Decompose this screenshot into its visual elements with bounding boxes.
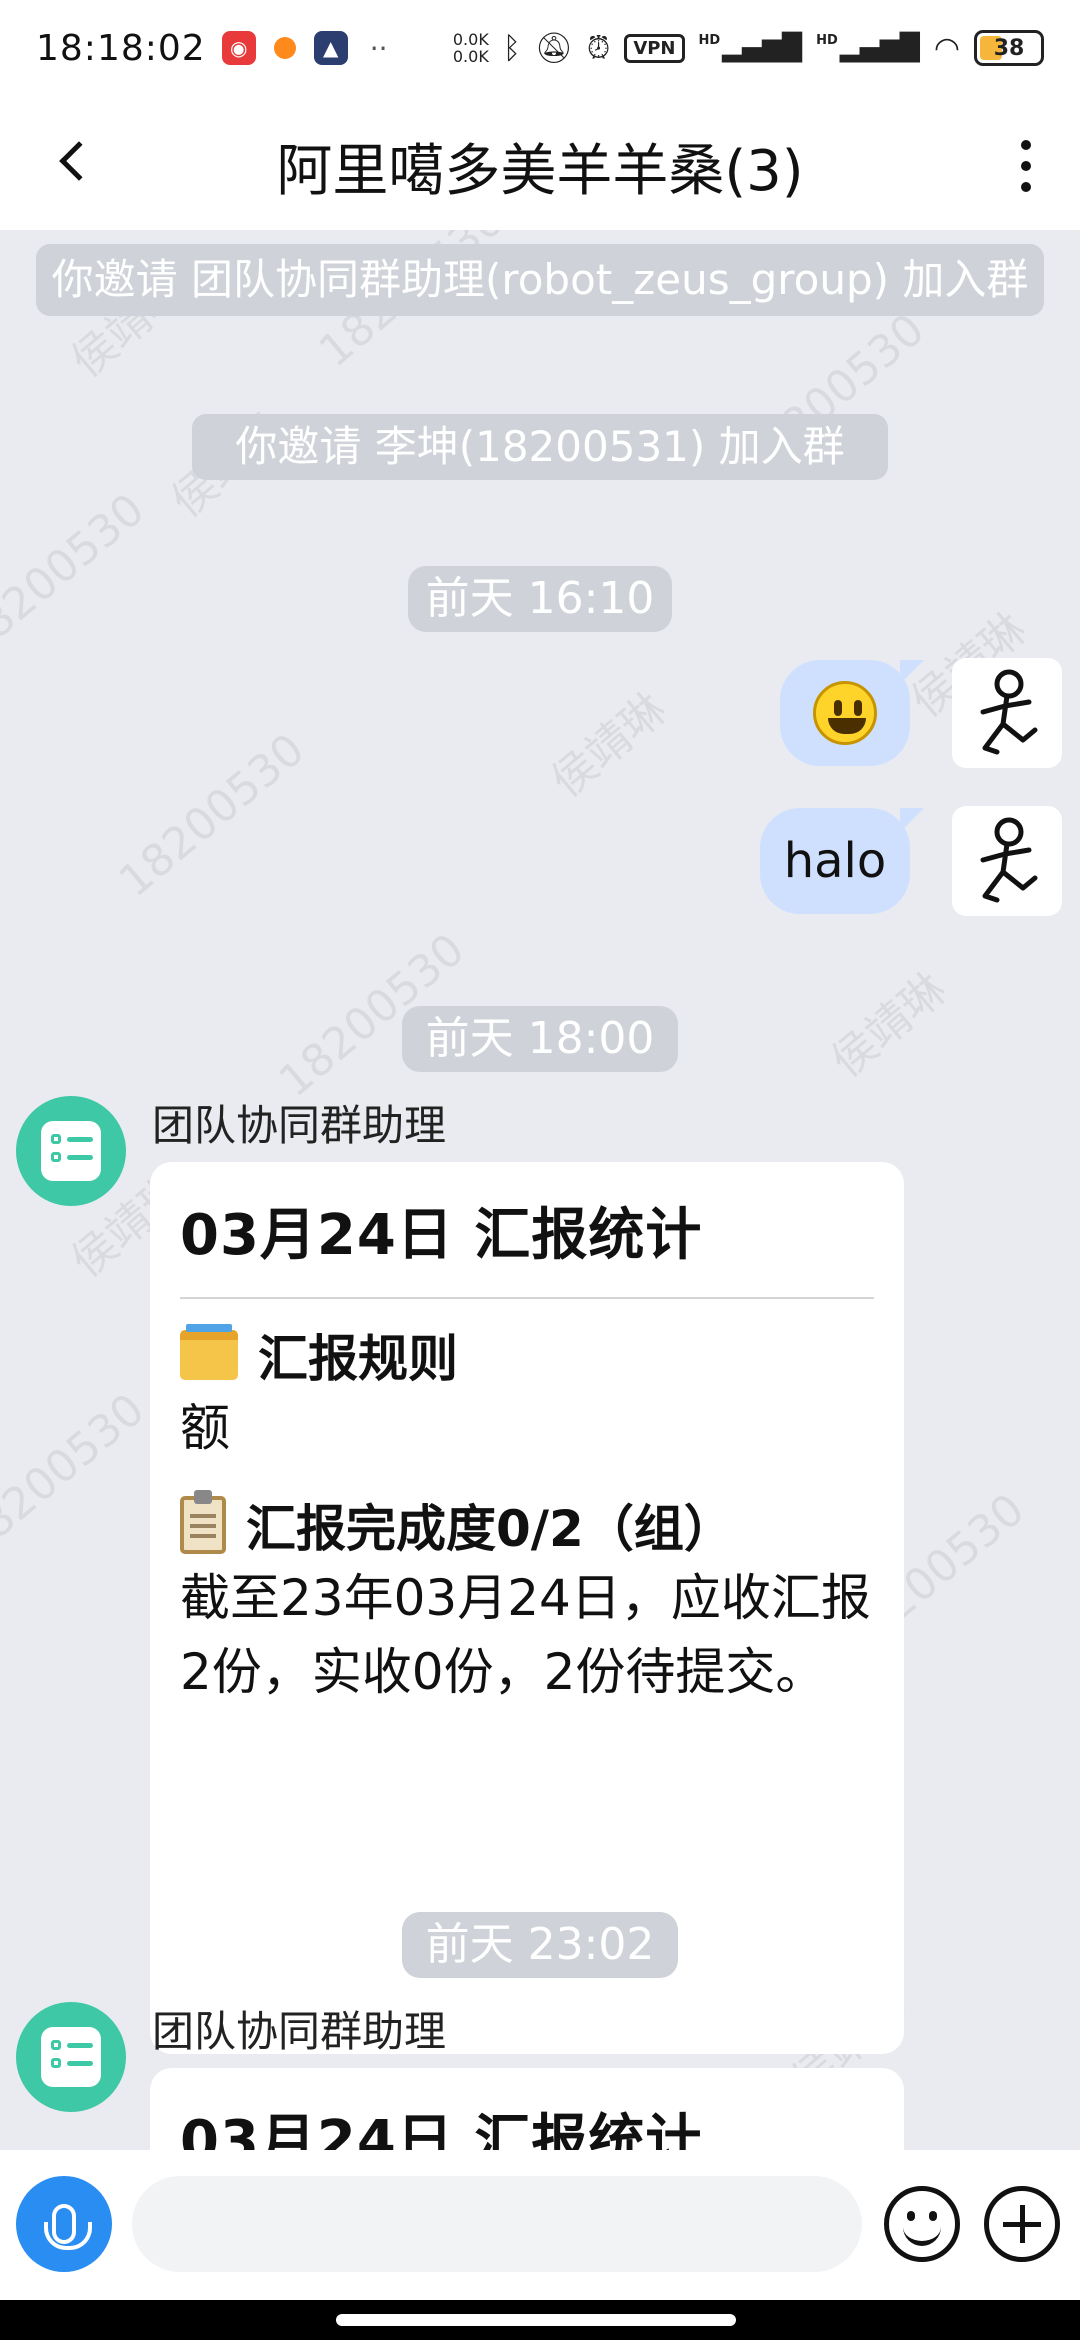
emoji-button[interactable] — [884, 2186, 960, 2262]
bot-avatar[interactable] — [16, 2002, 126, 2112]
status-right-icons: 0.0K 0.0K ᛒ 🔕︎ ⏰︎ VPN HD ▂▄▆█ HD ▂▄▆█ ◠ 38 — [453, 30, 1044, 66]
checklist-icon — [41, 1121, 101, 1181]
bluetooth-icon: ᛒ — [502, 30, 521, 66]
cat-app-icon: ▲ — [313, 31, 348, 65]
card-title: 03月24日 汇报统计 — [180, 2109, 703, 2150]
sender-name: 团队协同群助理 — [152, 1101, 447, 1150]
more-actions-button[interactable] — [984, 2186, 1060, 2262]
timestamp: 前天 18:00 — [402, 1006, 678, 1072]
message-input[interactable] — [132, 2176, 862, 2272]
progress-section-title: 汇报完成度0/2（组） — [180, 1489, 874, 1561]
card-title: 03月24日 汇报统计 — [180, 1203, 703, 1268]
microphone-icon — [44, 2204, 92, 2250]
card-divider — [180, 1297, 874, 1299]
watermark: 18200530 — [0, 1383, 155, 1568]
watermark: 侯靖琳 — [821, 963, 956, 1088]
sender-name: 团队协同群助理 — [152, 2007, 447, 2056]
my-message-text[interactable]: halo — [760, 808, 924, 914]
more-notifications-icon: ·· — [369, 31, 388, 65]
status-bar: 18:18:02 ◉ ▲ ·· 0.0K 0.0K ᛒ 🔕︎ ⏰︎ VPN HD… — [0, 0, 1080, 96]
folder-icon — [180, 1324, 238, 1380]
system-notice: 你邀请 李坤(18200531) 加入群 — [192, 414, 888, 480]
my-avatar[interactable] — [952, 658, 1062, 768]
status-time: 18:18:02 — [36, 27, 206, 69]
home-indicator[interactable] — [0, 2300, 1080, 2340]
stick-figure-avatar-icon — [980, 669, 1038, 755]
net-speed: 0.0K 0.0K — [452, 30, 489, 66]
orange-app-icon — [273, 37, 296, 59]
checklist-icon — [41, 2027, 101, 2087]
netease-music-icon: ◉ — [221, 31, 256, 65]
my-avatar[interactable] — [952, 806, 1062, 916]
more-options-button[interactable] — [1006, 136, 1046, 196]
chat-title: 阿里噶多美羊羊桑(3) — [276, 139, 804, 204]
timestamp: 前天 16:10 — [408, 566, 672, 632]
rule-body: 额 — [180, 1399, 230, 1457]
rule-section-title: 汇报规则 — [180, 1319, 874, 1391]
chat-area[interactable]: 侯靖琳 18200530 18200530 侯靖琳 18200530 侯靖琳 1… — [0, 230, 1080, 2150]
stick-figure-avatar-icon — [980, 817, 1038, 903]
watermark: 18200530 — [0, 483, 155, 668]
signal-icon-2: HD ▂▄▆█ — [816, 33, 920, 63]
wifi-icon: ◠ — [933, 30, 960, 66]
battery-icon: 38 — [974, 30, 1044, 66]
watermark: 18200530 — [109, 723, 315, 908]
bell-muted-icon: 🔕︎ — [534, 30, 573, 66]
clipboard-icon — [180, 1490, 226, 1554]
bot-avatar[interactable] — [16, 1096, 126, 1206]
timestamp: 前天 23:02 — [402, 1912, 678, 1978]
my-message-emoji[interactable] — [780, 660, 924, 766]
report-card[interactable]: 03月24日 汇报统计 — [150, 2068, 904, 2150]
watermark: 侯靖琳 — [541, 683, 676, 808]
voice-input-button[interactable] — [16, 2176, 112, 2272]
battery-level: 38 — [993, 35, 1025, 61]
grinning-face-emoji-icon — [813, 681, 877, 745]
progress-body: 截至23年03月24日，应收汇报2份，实收0份，2份待提交。 — [180, 1569, 871, 1701]
vpn-icon: VPN — [624, 33, 685, 63]
status-app-icons: ◉ ▲ ·· — [221, 31, 388, 65]
alarm-icon: ⏰︎ — [586, 30, 611, 66]
system-notice: 你邀请 团队协同群助理(robot_zeus_group) 加入群 — [36, 244, 1044, 316]
signal-icon-1: HD ▂▄▆█ — [698, 33, 803, 63]
chat-header: 阿里噶多美羊羊桑(3) — [0, 96, 1080, 230]
input-bar — [0, 2150, 1080, 2300]
